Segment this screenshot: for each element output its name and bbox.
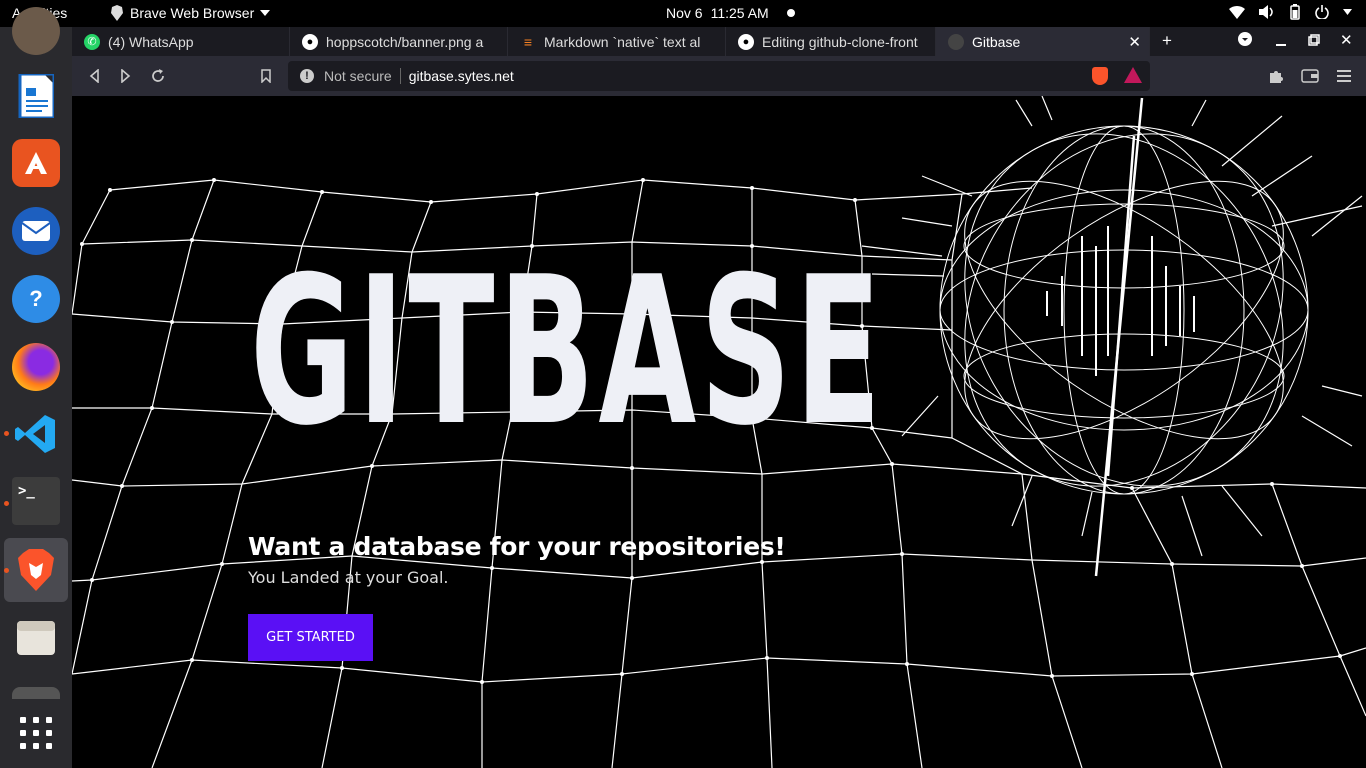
time-label: 11:25 AM [710,5,769,21]
files-icon[interactable] [12,614,60,662]
hero-title: GITBASE [250,234,885,471]
bookmark-icon [261,69,271,83]
terminal-icon[interactable]: >_ [12,477,60,525]
warning-icon[interactable]: ! [300,69,314,83]
github-icon: ● [302,33,318,50]
tab-gitbase[interactable]: Gitbase ✕ [936,27,1150,56]
puzzle-icon [1270,71,1283,83]
maximize-button[interactable] [1308,31,1320,51]
forward-button[interactable] [116,66,136,86]
hero-subtitle: Want a database for your repositories! [248,532,786,561]
tab-hoppscotch-banner[interactable]: ● hoppscotch/banner.png a [290,27,508,56]
thunderbird-icon[interactable] [12,207,60,255]
divider [399,68,401,84]
rhythmbox-icon[interactable] [12,7,60,55]
battery-icon [1290,4,1300,20]
date-label: Nov 6 [666,5,703,21]
running-indicator [4,501,9,506]
sphere-central-spike [1094,97,1144,577]
mail-icon [22,221,50,241]
show-apps-icon[interactable] [12,709,60,757]
clock[interactable]: Nov 6 11:25 AM [666,5,795,21]
notification-dot [786,9,795,17]
brave-icon[interactable] [12,546,60,594]
vscode-logo-icon [15,415,55,453]
extensions-button[interactable] [1266,66,1286,86]
firefox-icon[interactable] [12,343,60,391]
system-top-bar: Activities Brave Web Browser Nov 6 11:25… [0,0,1366,27]
tab-title: Markdown `native` text al [544,33,701,50]
app-menu-label: Brave Web Browser [130,5,255,21]
power-icon [1315,5,1329,19]
tab-title: (4) WhatsApp [108,33,194,50]
tab-editing-github-clone[interactable]: ● Editing github-clone-front [726,27,936,56]
wireframe-sphere [939,125,1309,495]
tab-search-icon[interactable] [1238,31,1252,51]
wallet-button[interactable] [1300,66,1320,86]
document-icon [18,74,54,118]
minimize-button[interactable] [1276,31,1288,51]
tab-title: Editing github-clone-front [762,33,918,50]
dock: ? >_ [0,7,72,768]
whatsapp-icon: ✆ [84,33,100,50]
brave-icon [111,5,123,21]
github-icon: ● [738,33,754,50]
bookmark-button[interactable] [256,66,276,86]
back-icon [89,69,99,83]
chevron-down-icon [1343,9,1352,15]
wallet-icon [1301,69,1319,83]
tab-title: hoppscotch/banner.png a [326,33,484,50]
vscode-icon[interactable] [12,410,60,458]
tab-whatsapp[interactable]: ✆ (4) WhatsApp [72,27,290,56]
app-grid-icon [20,717,52,749]
close-window-button[interactable]: ✕ [1340,31,1353,49]
running-indicator [4,431,9,436]
new-tab-button[interactable]: + [1162,31,1172,51]
chevron-down-icon [260,10,271,16]
software-bag-icon [25,152,47,174]
forward-icon [121,69,131,83]
ubuntu-software-icon[interactable] [12,139,60,187]
hamburger-icon [1337,70,1351,82]
hero-description: You Landed at your Goal. [248,568,449,587]
libreoffice-writer-icon[interactable] [12,72,60,120]
not-secure-label: Not secure [324,68,392,84]
reload-icon [152,69,164,82]
brave-rewards-icon[interactable] [1124,67,1142,83]
tab-strip: ✆ (4) WhatsApp ● hoppscotch/banner.png a… [72,27,1366,56]
main-menu-button[interactable] [1334,66,1354,86]
folder-icon [17,621,55,655]
wifi-icon [1229,6,1245,19]
gitbase-icon [948,33,964,50]
back-button[interactable] [84,66,104,86]
close-tab-icon[interactable]: ✕ [1128,33,1141,51]
app-menu[interactable]: Brave Web Browser [110,5,271,21]
get-started-button[interactable]: GET STARTED [248,614,373,661]
volume-icon [1259,5,1273,19]
brave-lion-icon [18,549,54,591]
web-page: GITBASE Want a database for your reposit… [72,96,1366,768]
system-tray[interactable] [1229,4,1352,20]
running-indicator [4,568,9,573]
address-bar[interactable]: ! Not secure gitbase.sytes.net [288,61,1150,91]
reload-button[interactable] [148,66,168,86]
help-icon[interactable]: ? [12,275,60,323]
tab-markdown-stackoverflow[interactable]: ≡ Markdown `native` text al [508,27,726,56]
url-text[interactable]: gitbase.sytes.net [409,68,514,84]
tab-title: Gitbase [972,33,1021,50]
stackoverflow-icon: ≡ [523,33,533,50]
trash-icon[interactable] [12,687,60,699]
browser-toolbar: ! Not secure gitbase.sytes.net [72,56,1366,96]
brave-shields-icon[interactable] [1092,67,1108,85]
